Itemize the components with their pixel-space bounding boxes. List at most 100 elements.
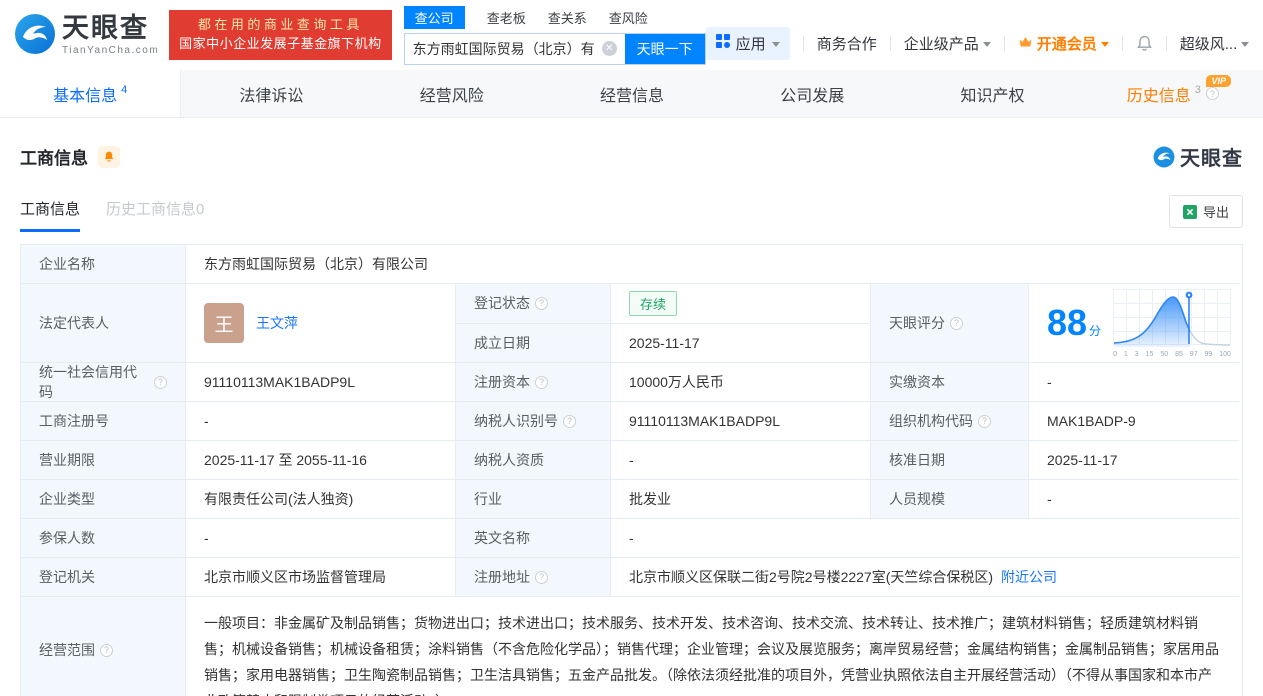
open-vip-menu[interactable]: 开通会员 xyxy=(1018,33,1109,54)
export-button[interactable]: 导出 xyxy=(1169,195,1243,228)
label-text: 经营范围 xyxy=(39,640,95,660)
help-icon[interactable] xyxy=(535,376,548,389)
tab-label: 经营信息 xyxy=(600,82,664,106)
company-detail-tabs: 基本信息 4 法律诉讼 经营风险 经营信息 公司发展 知识产权 VIP 历史信息… xyxy=(0,70,1263,118)
field-label: 统一社会信用代码 xyxy=(21,363,186,402)
crown-icon xyxy=(1018,35,1033,52)
help-icon[interactable] xyxy=(535,571,548,584)
apps-label: 应用 xyxy=(736,33,766,54)
taxpayer-id-value: 91110113MAK1BADP9L xyxy=(611,402,871,441)
bell-icon xyxy=(1136,35,1153,52)
help-icon[interactable] xyxy=(563,415,576,428)
company-name-value: 东方雨虹国际贸易（北京）有限公司 xyxy=(186,245,1239,284)
tianyancha-eye-icon xyxy=(1153,146,1175,168)
export-label: 导出 xyxy=(1203,202,1229,221)
search-button[interactable]: 天眼一下 xyxy=(625,34,705,64)
legal-rep-cell: 王 王文萍 xyxy=(186,284,456,363)
tab-label: 法律诉讼 xyxy=(239,82,303,106)
tab-label: 基本信息 xyxy=(53,82,117,106)
business-info-table: 企业名称 东方雨虹国际贸易（北京）有限公司 法定代表人 王 王文萍 登记状态 存… xyxy=(20,244,1243,696)
search-input[interactable] xyxy=(405,34,602,64)
legal-rep-link[interactable]: 王文萍 xyxy=(256,313,298,333)
business-cooperation-link[interactable]: 商务合作 xyxy=(817,33,877,54)
tianyancha-logo[interactable]: 天眼查 TianYanCha.com xyxy=(14,13,159,58)
tab-operation-risk[interactable]: 经营风险 xyxy=(362,70,542,117)
tianyan-score-cell: 88 分 xyxy=(1029,284,1239,363)
tab-basic-info[interactable]: 基本信息 4 xyxy=(0,70,181,117)
field-label: 工商注册号 xyxy=(21,402,186,441)
reg-status-cell: 存续 xyxy=(611,284,871,324)
notifications-button[interactable] xyxy=(1136,35,1153,52)
field-label: 法定代表人 xyxy=(21,284,186,363)
status-badge: 存续 xyxy=(629,291,677,316)
divider xyxy=(803,36,804,51)
paid-capital-value: - xyxy=(1029,363,1239,402)
label-text: 纳税人识别号 xyxy=(474,411,558,431)
promo-banner: 都在用的商业查询工具 国家中小企业发展子基金旗下机构 xyxy=(169,10,392,60)
field-label: 经营范围 xyxy=(21,597,186,696)
establish-date-value: 2025-11-17 xyxy=(611,324,871,364)
tab-history-info[interactable]: VIP 历史信息 3 xyxy=(1083,70,1263,117)
help-icon[interactable] xyxy=(978,415,991,428)
label-text: 注册资本 xyxy=(474,372,530,392)
field-label: 英文名称 xyxy=(456,519,611,558)
help-icon[interactable] xyxy=(154,376,167,389)
tab-count: 3 xyxy=(1195,84,1201,96)
search-tab-company[interactable]: 查公司 xyxy=(404,6,465,29)
chevron-down-icon xyxy=(1241,42,1249,47)
section-header: 工商信息 天眼查 xyxy=(20,142,1243,171)
tab-intellectual-property[interactable]: 知识产权 xyxy=(902,70,1082,117)
score-unit: 分 xyxy=(1089,322,1101,339)
field-label: 企业名称 xyxy=(21,245,186,284)
subtab-business-info[interactable]: 工商信息 xyxy=(20,198,80,232)
industry-value: 批发业 xyxy=(611,480,871,519)
clear-search-icon[interactable]: ✕ xyxy=(602,41,617,56)
watermark-text: 天眼查 xyxy=(1180,142,1243,171)
top-header: 天眼查 TianYanCha.com 都在用的商业查询工具 国家中小企业发展子基… xyxy=(0,0,1263,70)
search-bar: ✕ 天眼一下 xyxy=(404,33,706,65)
tianyancha-eye-icon xyxy=(14,13,56,58)
tab-company-development[interactable]: 公司发展 xyxy=(722,70,902,117)
search-tab-boss[interactable]: 查老板 xyxy=(487,6,526,29)
field-label: 纳税人识别号 xyxy=(456,402,611,441)
label-text: 统一社会信用代码 xyxy=(39,363,149,402)
company-type-value: 有限责任公司(法人独资) xyxy=(186,480,456,519)
logo-text: 天眼查 xyxy=(62,15,159,42)
label-text: 天眼评分 xyxy=(889,313,945,333)
score-distribution-chart: 0131550859799100 xyxy=(1113,289,1231,358)
avatar[interactable]: 王 xyxy=(204,303,244,343)
nearby-companies-link[interactable]: 附近公司 xyxy=(1001,567,1057,587)
subtab-history-business-info[interactable]: 历史工商信息0 xyxy=(106,198,204,232)
english-name-value: - xyxy=(611,519,1239,558)
score-value: 88 xyxy=(1047,305,1087,341)
super-risk-menu[interactable]: 超级风... xyxy=(1180,33,1250,54)
reg-address-value: 北京市顺义区保联二街2号院2号楼2227室(天竺综合保税区) xyxy=(629,567,993,587)
divider xyxy=(890,36,891,51)
field-label: 营业期限 xyxy=(21,441,186,480)
subscribe-button[interactable] xyxy=(98,146,120,168)
search-tab-relation[interactable]: 查关系 xyxy=(548,6,587,29)
tab-legal-proceedings[interactable]: 法律诉讼 xyxy=(181,70,361,117)
reg-authority-value: 北京市顺义区市场监督管理局 xyxy=(186,558,456,597)
chevron-down-icon xyxy=(772,42,780,47)
tab-label: 知识产权 xyxy=(961,82,1025,106)
field-label: 参保人数 xyxy=(21,519,186,558)
label-text: 注册地址 xyxy=(474,567,530,587)
help-icon[interactable] xyxy=(535,297,548,310)
business-scope-value: 一般项目：非金属矿及制品销售；货物进出口；技术进出口；技术服务、技术开发、技术咨… xyxy=(186,597,1239,696)
help-icon[interactable] xyxy=(950,317,963,330)
watermark-logo: 天眼查 xyxy=(1153,142,1243,171)
vip-label: 开通会员 xyxy=(1037,33,1097,54)
field-label: 核准日期 xyxy=(871,441,1029,480)
apps-menu[interactable]: 应用 xyxy=(706,27,790,60)
help-icon[interactable] xyxy=(1206,87,1219,100)
tab-operation-info[interactable]: 经营信息 xyxy=(542,70,722,117)
chevron-down-icon xyxy=(983,42,991,47)
super-risk-label: 超级风... xyxy=(1180,33,1238,54)
approval-date-value: 2025-11-17 xyxy=(1029,441,1239,480)
banner-line1: 都在用的商业查询工具 xyxy=(179,16,382,35)
help-icon[interactable] xyxy=(100,644,113,657)
search-tab-risk[interactable]: 查风险 xyxy=(609,6,648,29)
tab-count: 4 xyxy=(121,84,127,96)
enterprise-products-menu[interactable]: 企业级产品 xyxy=(904,33,991,54)
